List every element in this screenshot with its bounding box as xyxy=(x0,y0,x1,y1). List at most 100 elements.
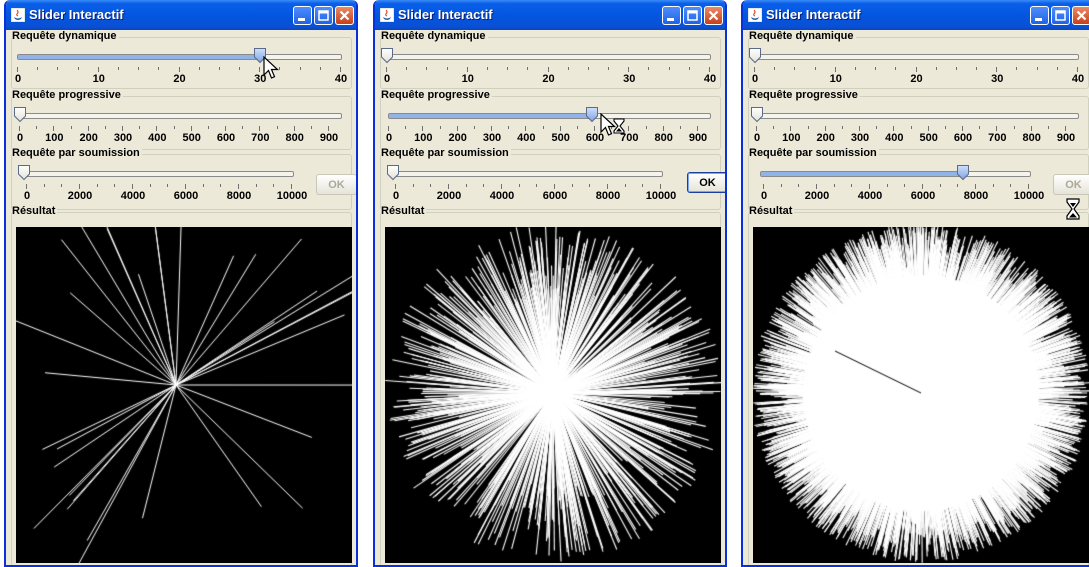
tick-label: 2000 xyxy=(436,190,462,202)
tick-label: 10000 xyxy=(645,190,677,202)
major-tick xyxy=(559,126,561,131)
major-tick xyxy=(53,126,55,131)
maximize-button[interactable] xyxy=(1051,6,1070,25)
major-tick xyxy=(975,184,976,189)
ok-button[interactable]: OK xyxy=(687,172,725,193)
tick-label: 2000 xyxy=(67,190,93,202)
major-tick xyxy=(466,67,468,72)
minor-tick xyxy=(576,126,578,129)
minor-tick xyxy=(648,67,650,70)
slider-track[interactable] xyxy=(392,171,663,177)
tick-label: 900 xyxy=(1056,132,1076,144)
major-tick xyxy=(996,126,998,131)
slider-thumb[interactable] xyxy=(13,106,27,123)
close-button[interactable] xyxy=(335,6,354,25)
minor-tick xyxy=(992,184,994,187)
slider-thumb[interactable] xyxy=(750,106,764,123)
minor-tick xyxy=(114,184,116,187)
slider-thumb[interactable] xyxy=(956,164,970,181)
minor-tick xyxy=(851,184,853,187)
minor-tick xyxy=(406,67,408,70)
major-tick xyxy=(816,184,817,189)
major-tick xyxy=(1077,67,1078,72)
minor-tick xyxy=(807,126,809,129)
minor-tick xyxy=(57,67,59,70)
maximize-button[interactable] xyxy=(683,6,702,25)
minor-tick xyxy=(273,184,275,187)
minor-tick xyxy=(255,184,257,187)
tick-label: 2000 xyxy=(804,190,830,202)
slider-track[interactable] xyxy=(756,113,1079,119)
maximize-button[interactable] xyxy=(314,6,333,25)
minor-tick xyxy=(104,126,106,129)
minor-tick xyxy=(935,67,937,70)
major-tick xyxy=(662,126,664,131)
window-title: Slider Interactif xyxy=(398,7,493,22)
minor-tick xyxy=(536,184,538,187)
tick-label: 100 xyxy=(414,132,433,144)
title-bar[interactable]: Slider Interactif xyxy=(743,0,1089,30)
group-label-dynamic: Requête dynamique xyxy=(381,30,488,42)
slider-track[interactable] xyxy=(760,171,1031,177)
minor-tick xyxy=(299,67,301,70)
major-tick xyxy=(962,126,963,131)
minor-tick xyxy=(1013,126,1015,129)
minor-tick xyxy=(507,67,509,70)
slider-thumb[interactable] xyxy=(17,164,31,181)
java-cup-icon xyxy=(748,8,762,22)
maximize-icon xyxy=(687,10,698,21)
minor-tick xyxy=(814,67,816,70)
major-tick xyxy=(697,126,698,131)
minor-tick xyxy=(876,126,878,129)
minor-tick xyxy=(61,184,63,187)
tick-label: 30 xyxy=(623,73,636,85)
minor-tick xyxy=(668,67,670,70)
slider-track[interactable] xyxy=(23,171,294,177)
minor-tick xyxy=(976,67,978,70)
slider-fill xyxy=(761,172,963,176)
minor-tick xyxy=(412,184,414,187)
slider-track[interactable] xyxy=(386,54,711,60)
slider-thumb[interactable] xyxy=(386,164,400,181)
major-tick xyxy=(178,67,180,72)
slider-track[interactable] xyxy=(388,113,711,119)
minimize-button[interactable] xyxy=(1030,6,1049,25)
tick-label: 10 xyxy=(92,73,105,85)
close-button[interactable] xyxy=(1072,6,1089,25)
group-label-result: Résultat xyxy=(381,205,427,217)
major-tick xyxy=(293,126,295,131)
major-tick xyxy=(1030,126,1032,131)
minor-tick xyxy=(794,67,796,70)
title-bar[interactable]: Slider Interactif xyxy=(375,0,725,30)
busy-pointer-icon xyxy=(600,113,625,136)
slider-track[interactable] xyxy=(17,54,342,60)
major-tick xyxy=(1065,126,1066,131)
minimize-button[interactable] xyxy=(293,6,312,25)
minor-tick xyxy=(158,67,160,70)
major-tick xyxy=(763,184,764,189)
tick-label: 8000 xyxy=(226,190,252,202)
tick-label: 0 xyxy=(760,190,768,202)
group-label-submission: Requête par soumission xyxy=(381,147,511,159)
minor-tick xyxy=(70,126,72,129)
group-label-progressive: Requête progressive xyxy=(381,89,492,101)
slider-track[interactable] xyxy=(754,54,1079,60)
ok-button[interactable]: OK xyxy=(1053,174,1089,195)
tick-label: 600 xyxy=(953,132,973,144)
close-button[interactable] xyxy=(704,6,723,25)
tick-label: 800 xyxy=(285,132,304,144)
major-tick xyxy=(628,67,630,72)
major-tick xyxy=(97,67,99,72)
ok-button[interactable]: OK xyxy=(316,174,356,195)
title-bar[interactable]: Slider Interactif xyxy=(6,0,356,30)
minimize-button[interactable] xyxy=(662,6,681,25)
minor-tick xyxy=(944,126,946,129)
major-tick xyxy=(190,126,192,131)
slider-thumb[interactable] xyxy=(585,106,599,123)
minor-tick xyxy=(43,184,45,187)
slider-track[interactable] xyxy=(19,113,342,119)
slider-thumb[interactable] xyxy=(748,47,762,64)
tick-label: 0 xyxy=(753,132,761,144)
slider-thumb[interactable] xyxy=(380,47,394,64)
minor-tick xyxy=(567,67,569,70)
